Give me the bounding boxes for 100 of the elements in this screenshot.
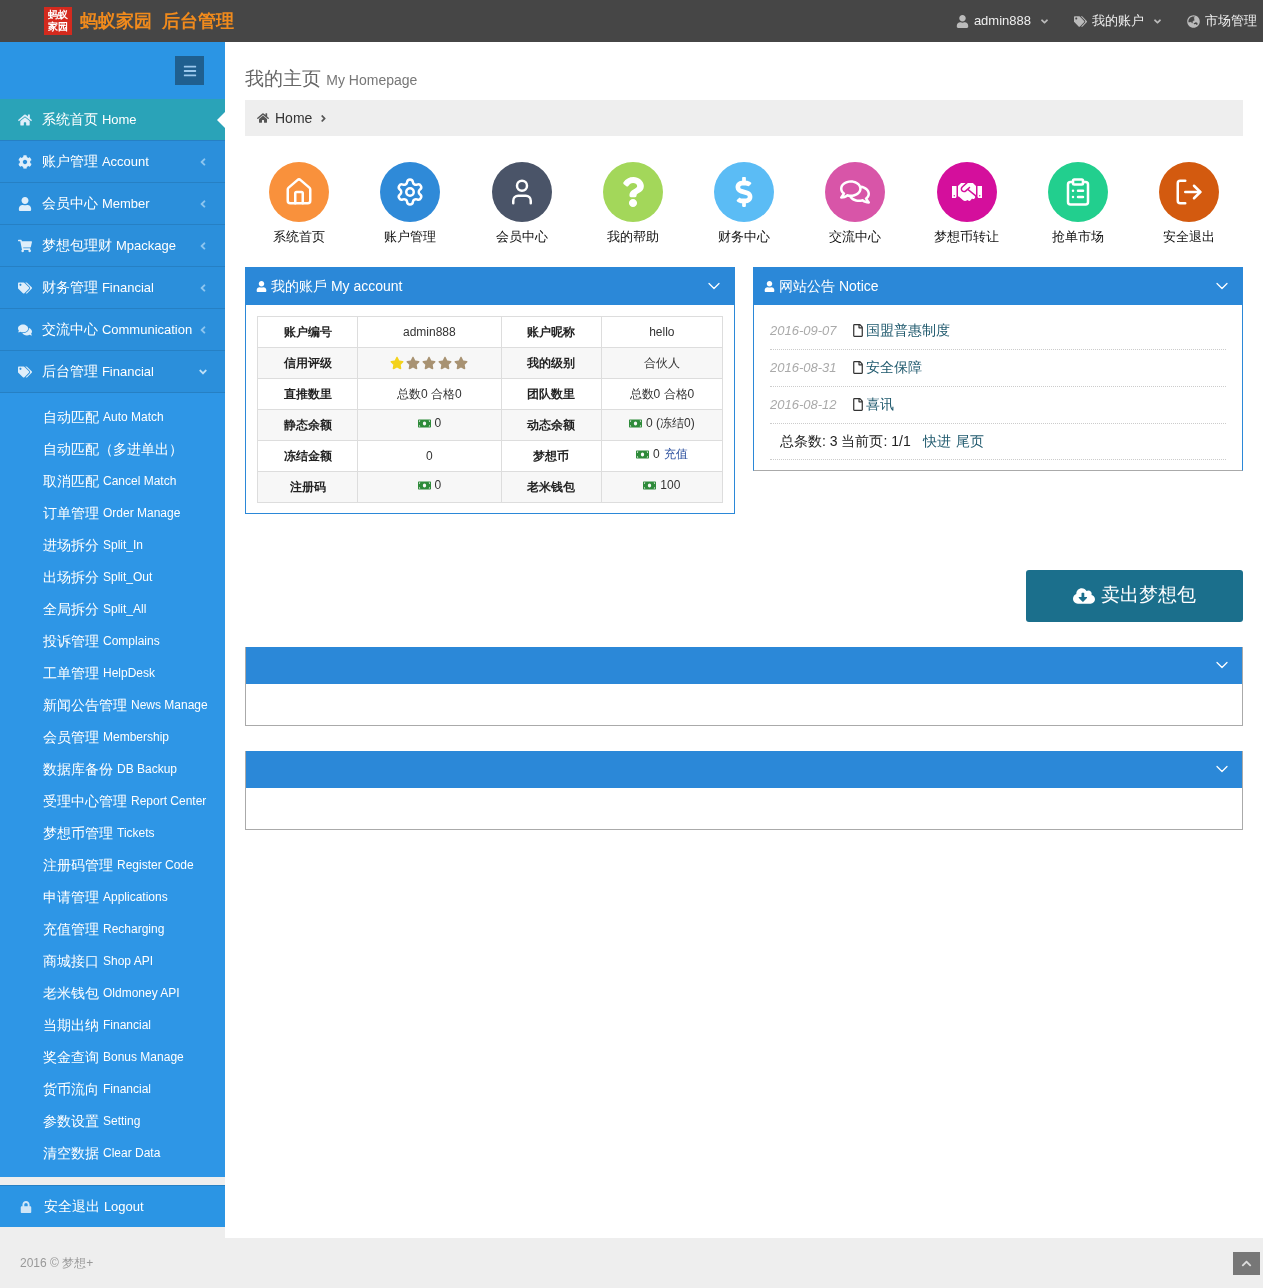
sidebar-item[interactable]: 账户管理 Account bbox=[0, 141, 225, 183]
exit-icon bbox=[1174, 177, 1204, 207]
table-cell: hello bbox=[601, 316, 723, 347]
sidebar-item[interactable]: 梦想包理财 Mpackage bbox=[0, 225, 225, 267]
shortcut-link[interactable]: 交流中心 bbox=[815, 162, 896, 247]
submenu-item[interactable]: 当期出纳 Financial bbox=[0, 1009, 225, 1041]
tag-icon bbox=[18, 364, 32, 379]
table-cell: 我的级别 bbox=[501, 347, 602, 378]
table-cell: 老米钱包 bbox=[501, 471, 602, 502]
table-cell: 静态余额 bbox=[257, 409, 358, 440]
top-menu[interactable]: admin888 bbox=[955, 11, 1050, 31]
submenu-item[interactable]: 全局拆分 Split_All bbox=[0, 593, 225, 625]
notice-link[interactable]: 国盟普惠制度 bbox=[852, 320, 950, 341]
user-icon bbox=[256, 280, 267, 292]
submenu-item[interactable]: 老米钱包 Oldmoney API bbox=[0, 977, 225, 1009]
cart-icon bbox=[18, 238, 32, 253]
table-cell: 0 bbox=[357, 440, 502, 471]
shortcut-link[interactable]: 账户管理 bbox=[370, 162, 451, 247]
submenu-item[interactable]: 投诉管理 Complains bbox=[0, 625, 225, 657]
file-icon bbox=[852, 324, 864, 337]
cell-value: 0 bbox=[653, 446, 660, 464]
submenu-item[interactable]: 充值管理 Recharging bbox=[0, 913, 225, 945]
cell-value: 0 bbox=[434, 477, 442, 495]
home-icon bbox=[18, 112, 32, 127]
table-cell: 总数0 合格0 bbox=[357, 378, 502, 409]
submenu-item[interactable]: 工单管理 HelpDesk bbox=[0, 657, 225, 689]
chat-icon bbox=[18, 322, 32, 337]
notice-link[interactable]: 喜讯 bbox=[852, 394, 894, 415]
menu-icon bbox=[182, 63, 197, 78]
submenu-item[interactable]: 自动匹配 Auto Match bbox=[0, 401, 225, 433]
submenu-item[interactable]: 货币流向 Financial bbox=[0, 1073, 225, 1105]
notice-link[interactable]: 安全保障 bbox=[852, 357, 922, 378]
sidebar-item[interactable]: 交流中心 Communication bbox=[0, 309, 225, 351]
submenu-item[interactable]: 梦想币管理 Tickets bbox=[0, 817, 225, 849]
table-cell: 合伙人 bbox=[601, 347, 723, 378]
submenu-item[interactable]: 会员管理 Membership bbox=[0, 721, 225, 753]
submenu-item[interactable]: 商城接口 Shop API bbox=[0, 945, 225, 977]
table-cell: 信用评级 bbox=[257, 347, 358, 378]
submenu-item[interactable]: 奖金查询 Bonus Manage bbox=[0, 1041, 225, 1073]
pager-link[interactable]: 尾页 bbox=[955, 430, 984, 452]
cell-value: 100 bbox=[660, 477, 681, 495]
tag-icon bbox=[1074, 14, 1087, 28]
submenu-item[interactable]: 注册码管理 Register Code bbox=[0, 849, 225, 881]
chat-icon bbox=[840, 177, 871, 207]
user-icon bbox=[764, 280, 775, 292]
sidebar-item[interactable]: 后台管理 Financial bbox=[0, 351, 225, 393]
shortcut-link[interactable]: 财务中心 bbox=[704, 162, 784, 247]
submenu-item[interactable]: 出场拆分 Split_Out bbox=[0, 561, 225, 593]
sidebar-item[interactable]: 系统首页 Home bbox=[0, 99, 225, 141]
logout-item[interactable]: 安全退出 Logout bbox=[0, 1185, 225, 1227]
table-cell: 直推数里 bbox=[257, 378, 358, 409]
user-icon bbox=[18, 196, 32, 211]
submenu-item[interactable]: 清空数据 Clear Data bbox=[0, 1137, 225, 1169]
notice-date: 2016-08-31 bbox=[770, 358, 838, 377]
file-icon bbox=[852, 398, 864, 411]
menu-toggle-button[interactable] bbox=[175, 56, 204, 85]
shortcut-link[interactable]: 系统首页 bbox=[259, 162, 339, 247]
sell-button[interactable]: 卖出梦想包 bbox=[1026, 569, 1243, 622]
tag-icon bbox=[18, 280, 32, 295]
submenu-item[interactable]: 受理中心管理 Report Center bbox=[0, 785, 225, 817]
top-menu[interactable]: 市场管理 bbox=[1187, 11, 1257, 31]
home-icon bbox=[257, 112, 269, 124]
copyright-text: 2016 © 梦想+ bbox=[20, 1255, 94, 1272]
settings-icon bbox=[395, 177, 426, 207]
sidebar-item[interactable]: 财务管理 Financial bbox=[0, 267, 225, 309]
table-cell: 账户昵称 bbox=[501, 316, 602, 347]
submenu-item[interactable]: 参数设置 Setting bbox=[0, 1105, 225, 1137]
submenu-item[interactable]: 自动匹配（多进单出） bbox=[0, 433, 225, 465]
panel-title: 网站公告 Notice bbox=[779, 276, 879, 296]
submenu-item[interactable]: 进场拆分 Split_In bbox=[0, 529, 225, 561]
recharge-link[interactable]: 充值 bbox=[663, 445, 688, 464]
table-cell: 总数0 合格0 bbox=[601, 378, 723, 409]
logo-badge: 蚂蚁家园 bbox=[44, 7, 72, 35]
table-cell: 注册码 bbox=[257, 471, 358, 502]
home-icon bbox=[284, 177, 314, 207]
cell-value: 0 (冻结0) bbox=[646, 415, 695, 433]
notice-date: 2016-08-12 bbox=[770, 395, 838, 414]
table-cell: 梦想币 bbox=[501, 440, 602, 471]
submenu-item[interactable]: 订单管理 Order Manage bbox=[0, 497, 225, 529]
panel-title: 我的账戶 My account bbox=[271, 276, 403, 296]
shortcut-link[interactable]: 会员中心 bbox=[481, 162, 562, 247]
shortcut-link[interactable]: 我的帮助 bbox=[592, 162, 673, 247]
shortcut-link[interactable]: 梦想币转让 bbox=[926, 162, 1007, 247]
submenu-item[interactable]: 申请管理 Applications bbox=[0, 881, 225, 913]
table-cell: admin888 bbox=[357, 316, 502, 347]
notice-date: 2016-09-07 bbox=[770, 321, 838, 340]
shortcut-link[interactable]: 抢单市场 bbox=[1037, 162, 1118, 247]
sidebar-item[interactable]: 会员中心 Member bbox=[0, 183, 225, 225]
submenu-item[interactable]: 新闻公告管理 News Manage bbox=[0, 689, 225, 721]
pager-link[interactable]: 快进 bbox=[922, 430, 951, 452]
submenu-item[interactable]: 取消匹配 Cancel Match bbox=[0, 465, 225, 497]
lock-icon bbox=[20, 1200, 32, 1213]
settings-icon bbox=[18, 154, 32, 169]
breadcrumb-link[interactable]: Home bbox=[275, 107, 313, 129]
app-title: 蚂蚁家园 后台管理 bbox=[80, 9, 234, 33]
back-to-top-button[interactable] bbox=[1233, 1251, 1260, 1275]
top-menu[interactable]: 我的账户 bbox=[1074, 11, 1163, 31]
submenu-item[interactable]: 数据库备份 DB Backup bbox=[0, 753, 225, 785]
shortcut-link[interactable]: 安全退出 bbox=[1149, 162, 1229, 247]
table-cell: 冻结金额 bbox=[257, 440, 358, 471]
